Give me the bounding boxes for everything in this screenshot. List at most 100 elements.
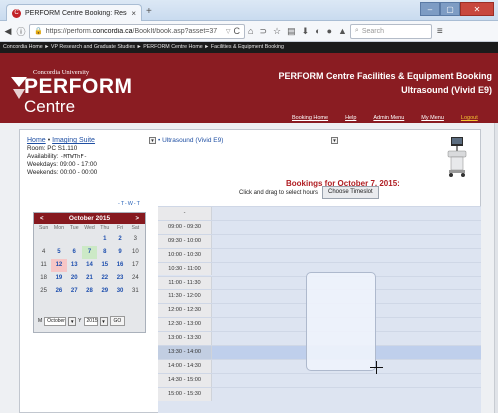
addon-icon[interactable]: ● <box>327 26 332 36</box>
calendar-day[interactable]: 20 <box>67 272 82 285</box>
calendar-day[interactable]: 4 <box>36 246 51 259</box>
calendar-day[interactable]: 24 <box>128 272 143 285</box>
warning-icon[interactable]: ▲ <box>338 26 347 36</box>
lock-icon: 🔒 <box>34 28 43 35</box>
nav-admin-menu[interactable]: Admin Menu <box>373 115 404 121</box>
home-link[interactable]: Home <box>27 137 46 144</box>
time-slot-label: 10:00 - 10:30 <box>158 248 212 262</box>
time-slot-row[interactable]: 10:00 - 10:30 <box>158 247 481 262</box>
time-slot-label: 13:30 - 14:00 <box>158 346 212 359</box>
calendar-day[interactable]: 10 <box>128 246 143 259</box>
time-slot-label: 13:00 - 13:30 <box>158 332 212 345</box>
year-select[interactable]: 2015 <box>83 316 98 326</box>
info-icon[interactable]: ⓘ <box>16 25 26 38</box>
calendar-mini-tools[interactable]: -T-W-T <box>118 201 141 207</box>
month-dropdown-icon[interactable]: ▼ <box>68 316 77 326</box>
nav-my-menu[interactable]: My Menu <box>421 115 444 121</box>
rss-icon[interactable]: ⊃ <box>259 26 267 37</box>
calendar-day[interactable]: 3 <box>128 233 143 246</box>
calendar-controls: M October ▼ Y 2015 ▼ GO <box>38 316 126 326</box>
calendar-day[interactable]: 27 <box>67 285 82 298</box>
choose-timeslot-button[interactable]: Choose Timeslot <box>322 186 379 199</box>
calendar-day[interactable]: 1 <box>97 233 112 246</box>
calendar-day[interactable]: 26 <box>51 285 66 298</box>
back-icon[interactable]: ◀ <box>3 26 13 37</box>
calendar-day[interactable]: 8 <box>97 246 112 259</box>
search-input[interactable]: ⌕ Search <box>349 23 432 39</box>
page-scrollbar[interactable] <box>494 123 498 413</box>
resource-link[interactable]: • Ultrasound (Vivid E9) <box>158 137 223 144</box>
calendar-empty-cell <box>67 233 82 246</box>
close-window-icon[interactable]: ✕ <box>460 2 494 16</box>
url-dropdown-icon[interactable]: ▽ <box>226 28 231 35</box>
nav-booking-home[interactable]: Booking Home <box>292 115 328 121</box>
time-slot-label: 15:00 - 15:30 <box>158 387 212 401</box>
calendar-dayname: Sun <box>39 225 49 231</box>
calendar-day[interactable]: 11 <box>36 259 51 272</box>
time-slot-label: 11:30 - 12:00 <box>158 290 212 304</box>
calendar-day[interactable]: 12 <box>51 259 67 272</box>
calendar-day[interactable]: 28 <box>82 285 97 298</box>
extension-icon[interactable]: ◐ <box>315 26 320 36</box>
search-placeholder: Search <box>361 27 385 35</box>
calendar-day[interactable]: 14 <box>82 259 97 272</box>
month-select[interactable]: October <box>44 316 67 326</box>
library-icon[interactable]: ▤ <box>287 26 296 37</box>
resource-dropdown[interactable]: ▼ <box>331 137 338 144</box>
calendar-prev-button[interactable]: < <box>40 216 44 222</box>
nav-help[interactable]: Help <box>345 115 356 121</box>
calendar-day[interactable]: 9 <box>112 246 127 259</box>
calendar-day[interactable]: 23 <box>112 272 127 285</box>
calendar-day[interactable]: 22 <box>97 272 112 285</box>
close-tab-icon[interactable]: × <box>131 9 136 18</box>
new-tab-icon[interactable]: + <box>146 6 152 17</box>
calendar-next-button[interactable]: > <box>135 216 139 222</box>
calendar-day[interactable]: 13 <box>67 259 82 272</box>
calendar-grid: Sun Mon Tue Wed Thu Fri Sat 1 2 3 4 5 6 7 8 9 10 11 12 13 14… <box>34 224 145 298</box>
weekends-text: Weekends: 00:00 - 00:00 <box>27 169 98 176</box>
calendar-day[interactable]: 2 <box>112 233 127 246</box>
time-slot-label: 09:30 - 10:00 <box>158 234 212 248</box>
nav-logout[interactable]: Logout <box>461 115 478 121</box>
calendar-day[interactable]: 16 <box>112 259 127 272</box>
calendar-day[interactable]: 31 <box>128 285 143 298</box>
calendar-month-title: October 2015 <box>68 215 111 222</box>
year-dropdown-icon[interactable]: ▼ <box>99 316 108 326</box>
calendar-day[interactable]: 19 <box>51 272 66 285</box>
calendar-day[interactable]: 25 <box>36 285 51 298</box>
suite-dropdown[interactable]: ▼ <box>149 137 156 144</box>
bookmark-star-icon[interactable]: ☆ <box>273 26 281 37</box>
toolbar-icons: ⌂ ⊃ ☆ ▤ ⬇ ◐ ● ▲ <box>248 26 347 37</box>
time-slot-row[interactable]: 14:30 - 15:00 <box>158 372 481 387</box>
imaging-suite-link[interactable]: Imaging Suite <box>52 137 95 144</box>
calendar-day[interactable]: 5 <box>51 246 66 259</box>
download-icon[interactable]: ⬇ <box>302 26 310 37</box>
calendar-day[interactable]: 15 <box>97 259 112 272</box>
calendar-day[interactable]: 18 <box>36 272 51 285</box>
maximize-icon[interactable]: ▢ <box>440 2 460 16</box>
calendar-day[interactable]: 6 <box>67 246 82 259</box>
schedule-grid[interactable]: -09:00 - 09:30 09:30 - 10:00 10:00 - 10:30… <box>158 206 481 413</box>
reload-icon[interactable]: C <box>234 26 241 36</box>
time-slot-row[interactable]: 09:00 - 09:30 <box>158 219 481 234</box>
perform-logo[interactable]: Concordia University PERFORM Centre <box>9 69 137 117</box>
url-bar[interactable]: 🔒 https://perform.concordia.ca/BookIt/bo… <box>29 23 245 39</box>
drag-selection-box[interactable] <box>306 272 376 371</box>
home-icon[interactable]: ⌂ <box>248 26 253 36</box>
calendar-day[interactable]: 30 <box>112 285 127 298</box>
room-text: Room: PC S1.110 <box>27 145 78 152</box>
time-slot-row[interactable]: 09:30 - 10:00 <box>158 233 481 248</box>
menu-icon[interactable]: ≡ <box>437 26 443 37</box>
site-breadcrumb[interactable]: Concordia Home ► VP Research and Graduat… <box>0 42 498 53</box>
calendar-day[interactable]: 17 <box>128 259 143 272</box>
browser-tab[interactable]: C PERFORM Centre Booking: Reserv... × <box>6 4 142 21</box>
minimize-icon[interactable]: – <box>420 2 440 16</box>
calendar-dayname: Thu <box>100 225 110 231</box>
calendar-header: < October 2015 > <box>34 213 145 224</box>
calendar-day[interactable]: 7 <box>81 246 98 259</box>
go-button[interactable]: GO <box>109 316 126 326</box>
calendar-day[interactable]: 29 <box>97 285 112 298</box>
time-slot-label: 14:30 - 15:00 <box>158 373 212 387</box>
calendar-day[interactable]: 21 <box>82 272 97 285</box>
time-slot-row[interactable]: 15:00 - 15:30 <box>158 386 481 401</box>
